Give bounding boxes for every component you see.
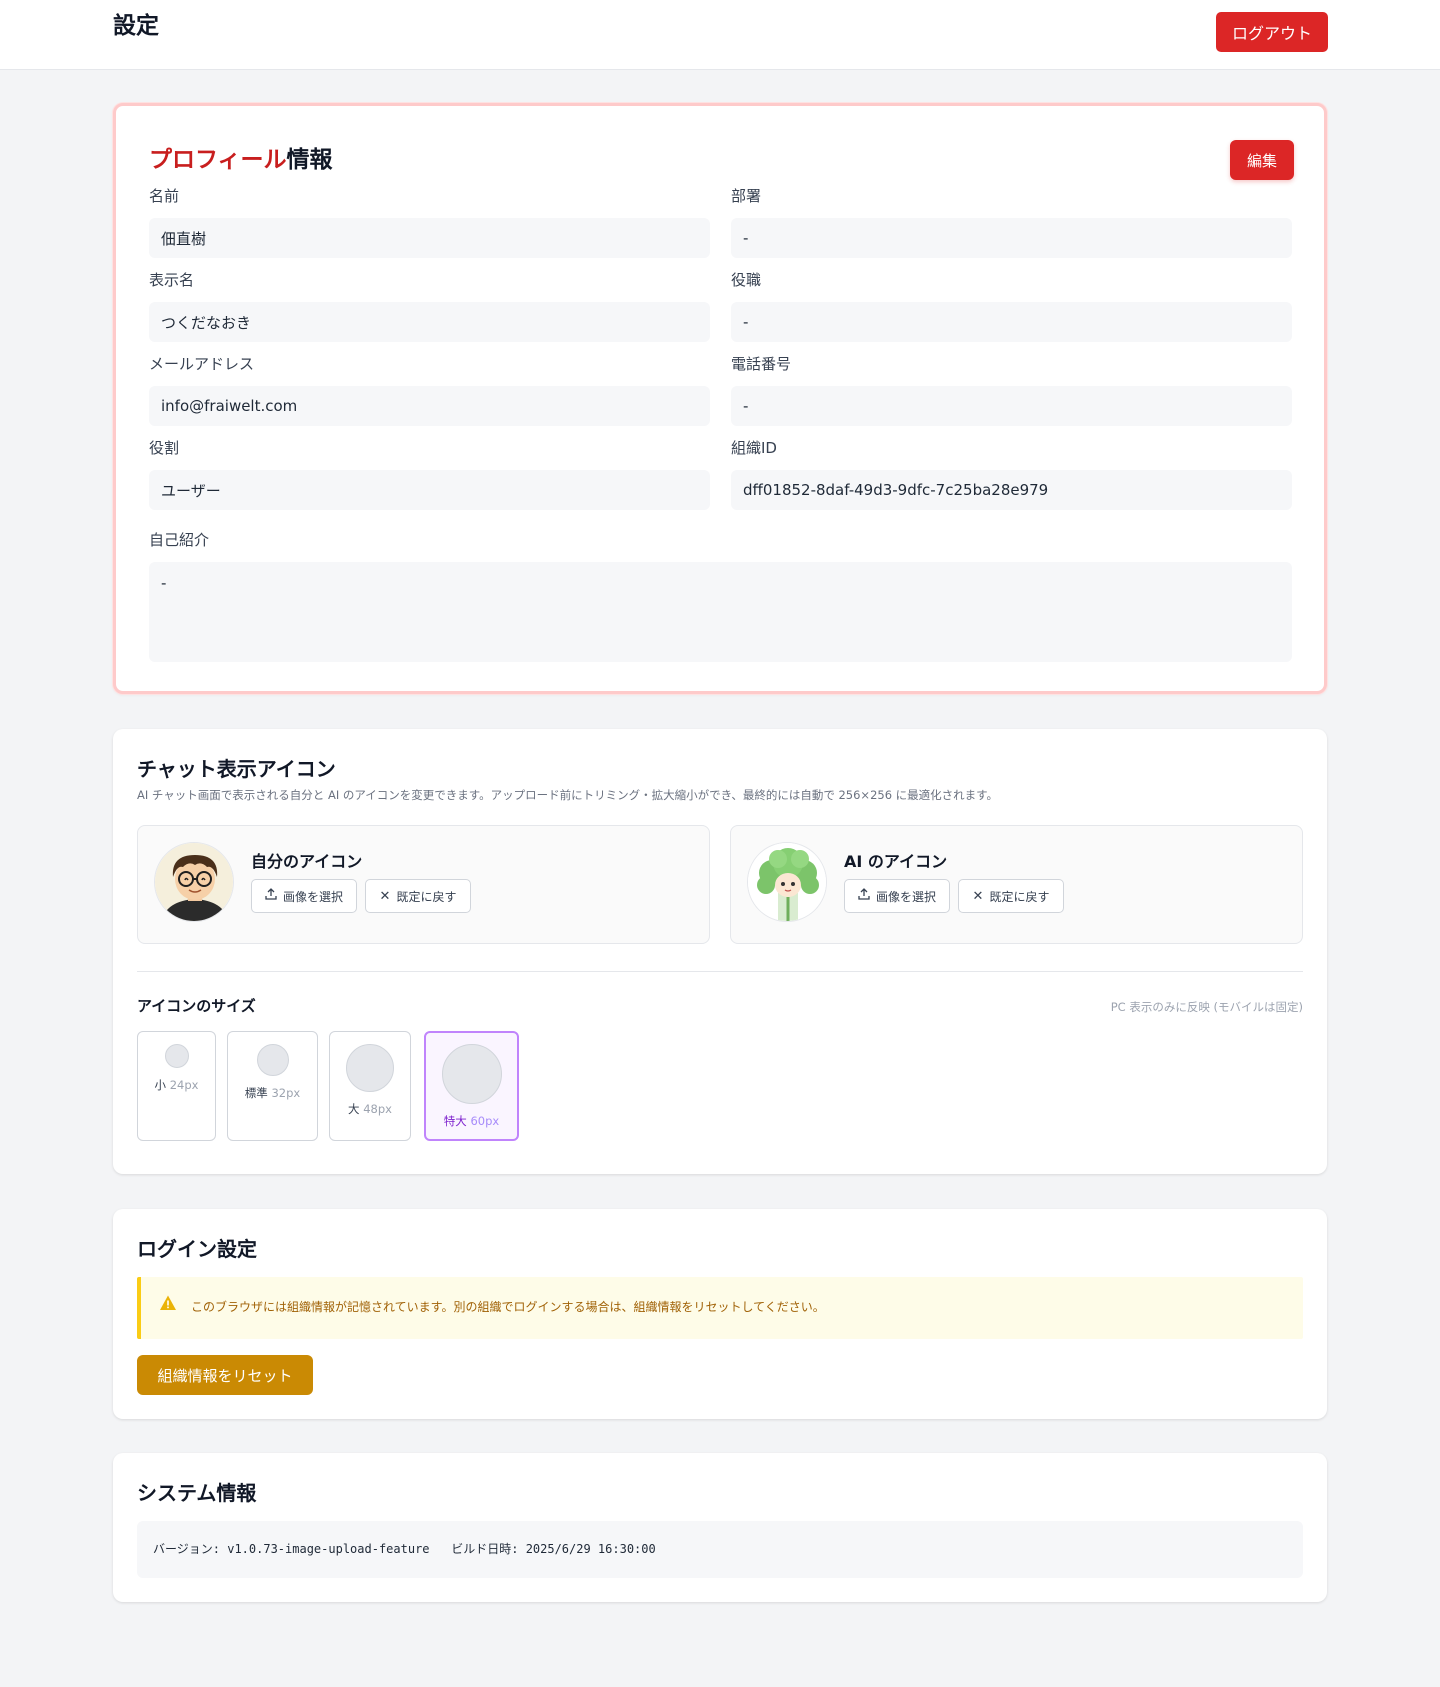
size-preview-large: [346, 1044, 394, 1092]
size-preview-xlarge: [441, 1044, 502, 1104]
divider: [137, 971, 1303, 972]
upload-icon: [265, 888, 277, 904]
bio-value: -: [149, 562, 1292, 662]
close-icon: ✕: [379, 888, 391, 904]
ai-icon-panel: AI のアイコン 画像を選択 ✕ 既定に戻す: [730, 825, 1303, 944]
self-icon-panel: 自分のアイコン 画像を選択 ✕ 既定に戻す: [137, 825, 710, 944]
logout-button[interactable]: ログアウト: [1216, 12, 1328, 52]
upload-icon: [858, 888, 870, 904]
ai-icon-title: AI のアイコン: [844, 852, 948, 871]
system-info-text: バージョン: v1.0.73-image-upload-feature ビルド日…: [153, 1540, 656, 1557]
self-reset-icon-button[interactable]: ✕ 既定に戻す: [365, 879, 471, 913]
size-option-label: 小 24px: [154, 1078, 199, 1092]
build-date-label: ビルド日時:: [451, 1542, 519, 1556]
ai-reset-icon-label: 既定に戻す: [989, 889, 1050, 904]
size-option-xlarge[interactable]: 特大 60px: [424, 1031, 519, 1141]
position-label: 役職: [731, 271, 762, 289]
bio-label: 自己紹介: [149, 531, 210, 549]
build-date-value: 2025/6/29 16:30:00: [525, 1542, 656, 1556]
org-id-label: 組織ID: [731, 439, 777, 457]
email-label: メールアドレス: [149, 355, 255, 373]
icon-size-note: PC 表示のみに反映 (モバイルは固定): [1110, 1000, 1303, 1014]
chat-icon-description: AI チャット画面で表示される自分と AI のアイコンを変更できます。アップロー…: [137, 788, 999, 802]
profile-card: プロフィール情報 編集 名前 佃直樹 部署 - 表示名 つくだなおき 役職 - …: [113, 103, 1327, 694]
login-settings-card: ログイン設定 このブラウザには組織情報が記憶されています。別の組織でログインする…: [113, 1209, 1327, 1419]
email-value: info@fraiwelt.com: [149, 386, 710, 426]
ai-reset-icon-button[interactable]: ✕ 既定に戻す: [958, 879, 1064, 913]
phone-label: 電話番号: [731, 355, 792, 373]
version-label: バージョン:: [153, 1542, 220, 1556]
edit-profile-button[interactable]: 編集: [1230, 140, 1294, 180]
system-info-card: システム情報 バージョン: v1.0.73-image-upload-featu…: [113, 1453, 1327, 1602]
size-option-label: 特大 60px: [443, 1114, 500, 1128]
user-avatar-icon: [154, 842, 234, 922]
page-title: 設定: [113, 13, 159, 39]
role-value: ユーザー: [149, 470, 710, 510]
role-label: 役割: [149, 439, 180, 457]
position-value: -: [731, 302, 1292, 342]
size-option-label: 標準 32px: [244, 1086, 301, 1100]
self-select-image-label: 画像を選択: [282, 889, 343, 904]
system-info-title: システム情報: [137, 1481, 257, 1505]
profile-title-accent: プロフィール: [149, 147, 287, 173]
size-option-large[interactable]: 大 48px: [329, 1031, 411, 1141]
size-option-standard[interactable]: 標準 32px: [227, 1031, 318, 1141]
org-warning-text: このブラウザには組織情報が記憶されています。別の組織でログインする場合は、組織情…: [191, 1300, 825, 1314]
size-preview-small: [164, 1044, 189, 1068]
org-id-value: dff01852-8daf-49d3-9dfc-7c25ba28e979: [731, 470, 1292, 510]
department-value: -: [731, 218, 1292, 258]
profile-title: プロフィール情報: [149, 140, 333, 174]
profile-title-rest: 情報: [286, 147, 333, 173]
size-preview-standard: [256, 1044, 289, 1076]
chat-icon-card: チャット表示アイコン AI チャット画面で表示される自分と AI のアイコンを変…: [113, 729, 1327, 1174]
display-name-label: 表示名: [149, 271, 195, 289]
org-warning-banner: このブラウザには組織情報が記憶されています。別の組織でログインする場合は、組織情…: [137, 1277, 1303, 1339]
department-label: 部署: [731, 187, 762, 205]
ai-select-image-button[interactable]: 画像を選択: [844, 879, 950, 913]
name-value: 佃直樹: [149, 218, 710, 258]
display-name-value: つくだなおき: [149, 302, 710, 342]
login-settings-title: ログイン設定: [137, 1237, 257, 1261]
size-option-label: 大 48px: [348, 1102, 392, 1116]
self-select-image-button[interactable]: 画像を選択: [251, 879, 357, 913]
self-reset-icon-label: 既定に戻す: [396, 889, 457, 904]
warning-icon: [159, 1294, 179, 1314]
reset-org-button[interactable]: 組織情報をリセット: [137, 1355, 313, 1395]
top-bar: 設定 ログアウト: [0, 0, 1440, 70]
name-label: 名前: [149, 187, 180, 205]
icon-size-title: アイコンのサイズ: [137, 997, 256, 1015]
chat-icon-title: チャット表示アイコン: [137, 757, 336, 781]
self-icon-title: 自分のアイコン: [251, 852, 363, 871]
size-option-small[interactable]: 小 24px: [137, 1031, 216, 1141]
ai-broccoli-avatar-icon: [747, 842, 827, 922]
system-info-box: バージョン: v1.0.73-image-upload-feature ビルド日…: [137, 1521, 1303, 1578]
close-icon: ✕: [972, 888, 984, 904]
ai-select-image-label: 画像を選択: [875, 889, 936, 904]
phone-value: -: [731, 386, 1292, 426]
version-value: v1.0.73-image-upload-feature: [227, 1542, 430, 1556]
